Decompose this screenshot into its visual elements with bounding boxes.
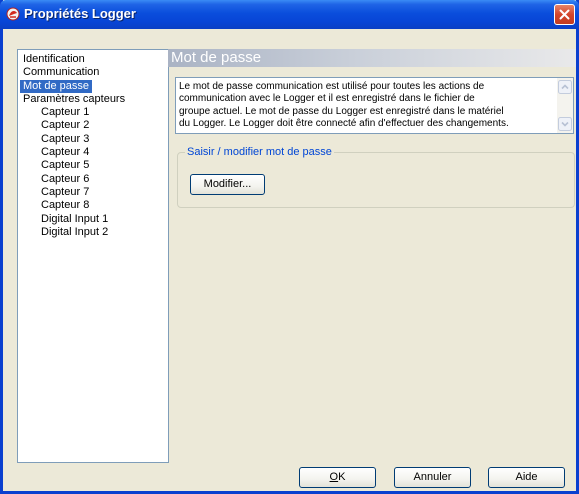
tree-item-communication[interactable]: Communication xyxy=(20,66,102,79)
tree-row: Paramètres capteurs xyxy=(18,93,168,106)
modify-password-button[interactable]: Modifier... xyxy=(190,174,265,195)
password-groupbox: Saisir / modifier mot de passe Modifier.… xyxy=(177,146,575,208)
tree-item-identification[interactable]: Identification xyxy=(20,53,88,66)
ok-label-rest: K xyxy=(338,471,346,483)
tree-row: Digital Input 1 xyxy=(18,213,168,226)
tree-item-capteur-3[interactable]: Capteur 3 xyxy=(38,133,92,146)
tree-item-capteur-4[interactable]: Capteur 4 xyxy=(38,146,92,159)
section-title: Mot de passe xyxy=(171,49,262,66)
tree-item-capteur-7[interactable]: Capteur 7 xyxy=(38,186,92,199)
description-box[interactable]: Le mot de passe communication est utilis… xyxy=(175,77,574,134)
tree-row: Capteur 3 xyxy=(18,133,168,146)
tree-row: Capteur 5 xyxy=(18,159,168,172)
ok-mnemonic: O xyxy=(329,471,339,483)
tree-row: Mot de passe xyxy=(18,79,168,93)
tree-item-mot-de-passe[interactable]: Mot de passe xyxy=(20,79,93,93)
tree-item-capteur-5[interactable]: Capteur 5 xyxy=(38,159,92,172)
tree-row: Digital Input 2 xyxy=(18,226,168,239)
scroll-down-icon[interactable] xyxy=(558,117,572,131)
title-bar[interactable]: Propriétés Logger xyxy=(0,0,579,29)
app-logo-icon xyxy=(6,7,20,21)
tree-item-capteur-6[interactable]: Capteur 6 xyxy=(38,173,92,186)
description-line: groupe actuel. Le mot de passe du Logger… xyxy=(179,105,504,117)
tree-row: Identification xyxy=(18,53,168,66)
ok-button[interactable]: OK xyxy=(299,467,376,488)
tree-item-capteur-1[interactable]: Capteur 1 xyxy=(38,106,92,119)
scroll-up-icon[interactable] xyxy=(558,80,572,94)
close-icon xyxy=(559,9,570,20)
navigation-tree[interactable]: Identification Communication Mot de passe P… xyxy=(17,49,169,463)
close-button[interactable] xyxy=(554,4,575,25)
group-label: Saisir / modifier mot de passe xyxy=(185,146,334,159)
tree-row: Capteur 8 xyxy=(18,199,168,212)
properties-dialog: Propriétés Logger Identification Communic… xyxy=(0,0,579,494)
description-line: communication avec le Logger et il est e… xyxy=(179,93,475,105)
tree-row: Capteur 7 xyxy=(18,186,168,199)
description-scrollbar[interactable] xyxy=(557,78,573,133)
tree-item-digital-input-2[interactable]: Digital Input 2 xyxy=(38,226,111,239)
tree-row: Capteur 2 xyxy=(18,119,168,132)
cancel-button[interactable]: Annuler xyxy=(394,467,471,488)
window-title: Propriétés Logger xyxy=(24,6,136,21)
description-text: Le mot de passe communication est utilis… xyxy=(179,81,554,131)
tree-item-digital-input-1[interactable]: Digital Input 1 xyxy=(38,213,111,226)
description-line: du Logger. Le Logger doit être connecté … xyxy=(179,118,509,130)
description-line: Le mot de passe communication est utilis… xyxy=(179,81,485,92)
tree-row: Capteur 4 xyxy=(18,146,168,159)
section-header: Mot de passe xyxy=(168,49,576,67)
tree-row: Capteur 6 xyxy=(18,173,168,186)
tree-row: Capteur 1 xyxy=(18,106,168,119)
help-button[interactable]: Aide xyxy=(488,467,565,488)
tree-row: Communication xyxy=(18,66,168,79)
tree-item-param-tres-capteurs[interactable]: Paramètres capteurs xyxy=(20,93,128,106)
tree-item-capteur-8[interactable]: Capteur 8 xyxy=(38,199,92,212)
tree-item-capteur-2[interactable]: Capteur 2 xyxy=(38,119,92,132)
dialog-content: Identification Communication Mot de passe P… xyxy=(3,29,576,491)
